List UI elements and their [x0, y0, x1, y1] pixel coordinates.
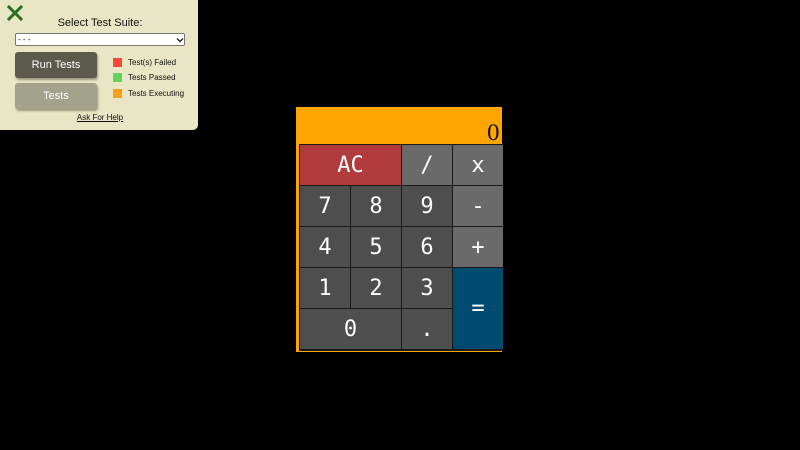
- digit-8-button[interactable]: 8: [351, 186, 401, 226]
- calculator-display: 0: [486, 121, 500, 145]
- panel-title: Select Test Suite:: [57, 17, 143, 29]
- test-suite-select[interactable]: - - -: [15, 33, 185, 46]
- digit-2-button[interactable]: 2: [351, 268, 401, 308]
- digit-4-button[interactable]: 4: [300, 227, 350, 267]
- digit-0-button[interactable]: 0: [300, 309, 401, 349]
- digit-1-button[interactable]: 1: [300, 268, 350, 308]
- digit-5-button[interactable]: 5: [351, 227, 401, 267]
- legend-item-failed: Test(s) Failed: [113, 58, 176, 67]
- legend-item-passed: Tests Passed: [113, 73, 176, 82]
- digit-7-button[interactable]: 7: [300, 186, 350, 226]
- digit-3-button[interactable]: 3: [402, 268, 452, 308]
- failed-swatch: [113, 58, 122, 67]
- executing-swatch: [113, 89, 122, 98]
- add-button[interactable]: +: [453, 227, 503, 267]
- decimal-button[interactable]: .: [402, 309, 452, 349]
- legend-label-passed: Tests Passed: [128, 73, 176, 82]
- calculator: 0 AC / x 7 8 9 - 4 5 6 + 1 2 3 = 0 .: [296, 107, 503, 352]
- equals-button[interactable]: =: [453, 268, 503, 349]
- legend-label-executing: Tests Executing: [128, 89, 185, 98]
- calculator-keypad: AC / x 7 8 9 - 4 5 6 + 1 2 3 = 0 .: [299, 144, 503, 351]
- legend-item-executing: Tests Executing: [113, 89, 184, 98]
- ask-for-help-link[interactable]: Ask For Help: [0, 113, 200, 122]
- passed-swatch: [113, 73, 122, 82]
- clear-button[interactable]: AC: [300, 145, 401, 185]
- subtract-button[interactable]: -: [453, 186, 503, 226]
- tests-button[interactable]: Tests: [15, 83, 97, 109]
- run-tests-button[interactable]: Run Tests: [15, 52, 97, 78]
- test-suite-panel: Select Test Suite: - - - Run Tests Tests…: [0, 0, 198, 130]
- multiply-button[interactable]: x: [453, 145, 503, 185]
- digit-9-button[interactable]: 9: [402, 186, 452, 226]
- digit-6-button[interactable]: 6: [402, 227, 452, 267]
- legend-label-failed: Test(s) Failed: [128, 58, 177, 67]
- divide-button[interactable]: /: [402, 145, 452, 185]
